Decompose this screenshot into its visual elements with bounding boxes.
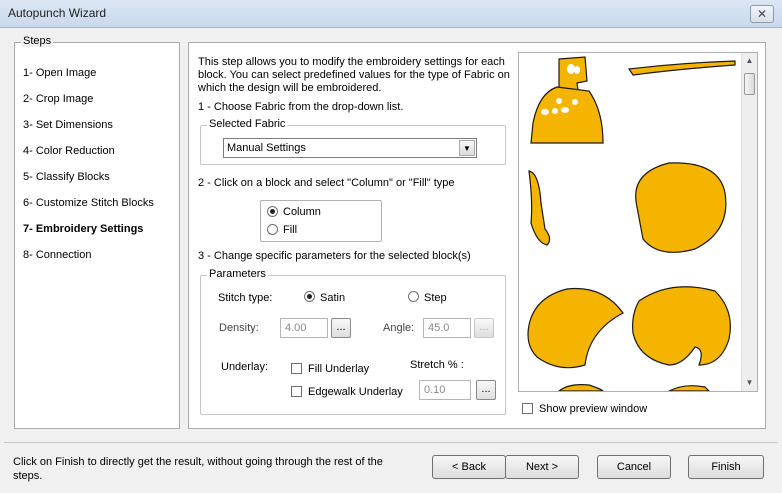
step-item: 4- Color Reduction — [23, 145, 115, 157]
stretch-label: Stretch % : — [410, 359, 464, 371]
instruction-step2: 2 - Click on a block and select "Column"… — [198, 177, 455, 189]
edgewalk-underlay-label[interactable]: Edgewalk Underlay — [308, 386, 403, 398]
stitch-type-label: Stitch type: — [218, 292, 273, 304]
fill-underlay-label[interactable]: Fill Underlay — [308, 363, 369, 375]
steps-legend: Steps — [21, 35, 54, 47]
shape-left-blob[interactable] — [527, 287, 624, 369]
step-item: 1- Open Image — [23, 67, 97, 79]
show-preview-checkbox[interactable] — [522, 403, 533, 414]
shape-bottom-left[interactable] — [558, 384, 604, 391]
satin-radio-label[interactable]: Satin — [320, 292, 345, 304]
angle-browse-button[interactable]: ... — [474, 318, 494, 338]
scroll-up-icon[interactable]: ▲ — [742, 53, 757, 69]
density-label: Density: — [219, 322, 259, 334]
fill-underlay-checkbox[interactable] — [291, 363, 302, 374]
shape-sliver[interactable] — [528, 170, 551, 246]
column-radio-label[interactable]: Column — [283, 206, 321, 218]
stretch-browse-button[interactable]: ... — [476, 380, 496, 400]
parameters-group-title: Parameters — [207, 268, 268, 280]
shape-bell[interactable] — [530, 86, 604, 144]
instruction-step3: 3 - Change specific parameters for the s… — [198, 250, 471, 262]
step-item: 6- Customize Stitch Blocks — [23, 197, 154, 209]
fabric-dropdown[interactable]: Manual Settings ▼ — [223, 138, 477, 158]
preview-vertical-scrollbar[interactable]: ▲ ▼ — [741, 53, 757, 391]
stretch-input[interactable]: 0.10 — [419, 380, 471, 400]
back-button[interactable]: < Back — [432, 455, 506, 479]
density-browse-button[interactable]: ... — [331, 318, 351, 338]
close-icon: ✕ — [756, 7, 768, 21]
step-radio-label[interactable]: Step — [424, 292, 447, 304]
next-button[interactable]: Next > — [505, 455, 579, 479]
step-item-active: 7- Embroidery Settings — [23, 223, 144, 235]
satin-radio[interactable] — [304, 291, 315, 302]
step-item: 2- Crop Image — [23, 93, 94, 105]
step-item: 8- Connection — [23, 249, 92, 261]
title-bar: Autopunch Wizard ✕ — [0, 0, 782, 28]
footer-separator — [4, 442, 778, 443]
step-item: 3- Set Dimensions — [23, 119, 113, 131]
instruction-step1: 1 - Choose Fabric from the drop-down lis… — [198, 101, 404, 113]
underlay-label: Underlay: — [221, 361, 269, 373]
shape-bottom-right[interactable] — [668, 385, 710, 391]
column-radio[interactable] — [267, 206, 278, 217]
fill-radio[interactable] — [267, 224, 278, 235]
embroidery-preview — [527, 56, 736, 391]
angle-label: Angle: — [383, 322, 415, 334]
shape-oval[interactable] — [635, 162, 727, 253]
finish-button[interactable]: Finish — [688, 455, 764, 479]
scroll-thumb[interactable] — [744, 73, 755, 95]
fill-radio-label[interactable]: Fill — [283, 224, 297, 236]
steps-panel: Steps 1- Open Image 2- Crop Image 3- Set… — [14, 35, 180, 429]
close-button[interactable]: ✕ — [750, 5, 774, 23]
step-description: This step allows you to modify the embro… — [198, 56, 510, 94]
steps-list: 1- Open Image 2- Crop Image 3- Set Dimen… — [23, 67, 154, 275]
scroll-down-icon[interactable]: ▼ — [742, 375, 757, 391]
shape-right-blob[interactable] — [632, 286, 731, 366]
step-item: 5- Classify Blocks — [23, 171, 110, 183]
shape-strip[interactable] — [627, 60, 736, 76]
footer-note: Click on Finish to directly get the resu… — [13, 456, 383, 482]
window-title: Autopunch Wizard — [8, 6, 107, 20]
fabric-group-title: Selected Fabric — [207, 118, 288, 130]
block-type-group — [260, 200, 382, 242]
density-input[interactable]: 4.00 — [280, 318, 328, 338]
edgewalk-underlay-checkbox[interactable] — [291, 386, 302, 397]
preview-canvas[interactable]: ▲ ▼ — [518, 52, 758, 392]
fabric-dropdown-value: Manual Settings — [227, 142, 306, 154]
show-preview-label[interactable]: Show preview window — [539, 403, 647, 415]
cancel-button[interactable]: Cancel — [597, 455, 671, 479]
chevron-down-icon[interactable]: ▼ — [459, 140, 475, 156]
step-radio[interactable] — [408, 291, 419, 302]
angle-input[interactable]: 45.0 — [423, 318, 471, 338]
